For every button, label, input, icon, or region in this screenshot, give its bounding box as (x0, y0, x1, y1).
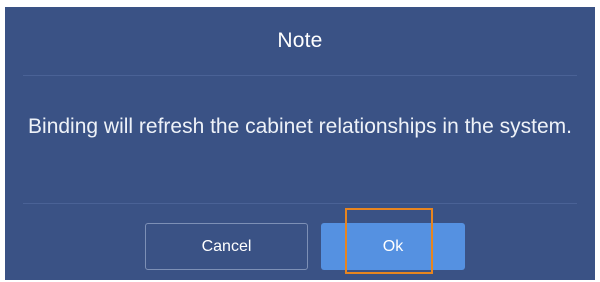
note-dialog: Note Binding will refresh the cabinet re… (5, 7, 595, 280)
title-divider (23, 75, 577, 76)
dialog-title: Note (277, 29, 323, 52)
cancel-button[interactable]: Cancel (145, 223, 308, 270)
dialog-message: Binding will refresh the cabinet relatio… (28, 115, 572, 138)
ok-button[interactable]: Ok (321, 223, 465, 270)
footer-divider (23, 203, 577, 204)
